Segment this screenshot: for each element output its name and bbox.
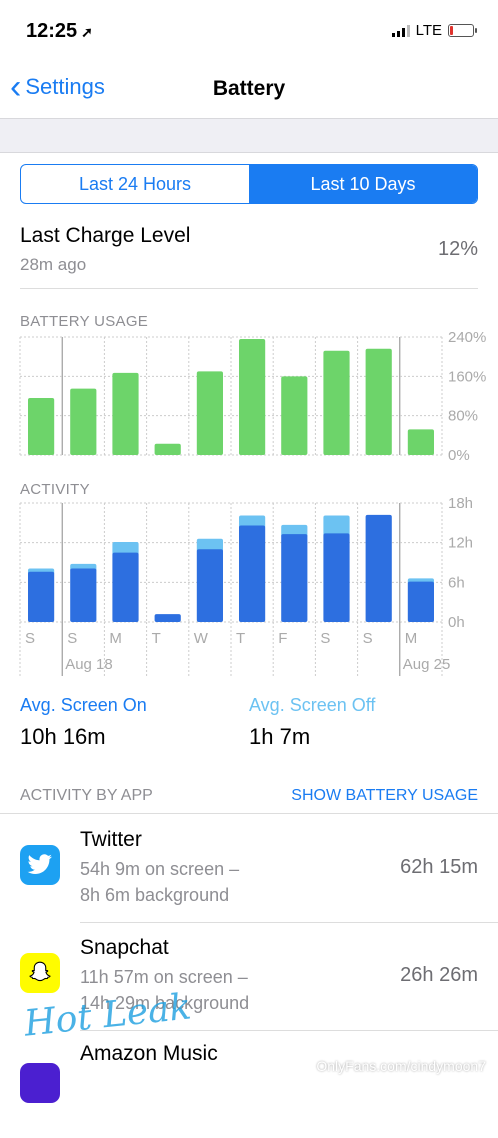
activity-date-label: Aug 18 bbox=[65, 656, 113, 673]
snapchat-ghost-icon bbox=[20, 953, 60, 993]
activity-x-label: M bbox=[405, 630, 418, 647]
battery-chart-y-tick: 160% bbox=[448, 368, 486, 385]
activity-screen-on-bar bbox=[281, 534, 308, 622]
battery-usage-bar bbox=[281, 376, 308, 455]
avg-screen-on: Avg. Screen On 10h 16m bbox=[20, 695, 147, 750]
avg-screen-off-value: 1h 7m bbox=[249, 724, 311, 749]
avg-screen-on-value: 10h 16m bbox=[20, 724, 106, 749]
battery-usage-bar bbox=[154, 443, 181, 455]
app-detail-line2: 8h 6m background bbox=[80, 885, 230, 905]
activity-x-label: F bbox=[278, 630, 287, 647]
app-name: Snapchat bbox=[80, 936, 169, 959]
activity-x-label: T bbox=[236, 630, 245, 647]
avg-screen-off-label: Avg. Screen Off bbox=[249, 695, 376, 715]
app-name: Twitter bbox=[80, 828, 142, 851]
app-total: 62h 15m bbox=[400, 856, 478, 878]
app-detail-line1: 54h 9m on screen – bbox=[80, 859, 240, 879]
battery-usage-bar bbox=[239, 338, 266, 455]
activity-by-app-header: ACTIVITY BY APP SHOW BATTERY USAGE bbox=[20, 787, 478, 805]
activity-x-label: M bbox=[109, 630, 122, 647]
show-battery-usage-link[interactable]: SHOW BATTERY USAGE bbox=[291, 787, 478, 805]
app-total: 26h 26m bbox=[400, 964, 478, 986]
avg-screen-off: Avg. Screen Off 1h 7m bbox=[249, 695, 375, 750]
activity-screen-on-bar bbox=[28, 571, 55, 622]
usage-charts: 240% 160% 80% 0% 18h 12h 6h 0h S S M T W T F S S M Aug 18 A… bbox=[19, 329, 486, 676]
avg-screen-on-label: Avg. Screen On bbox=[20, 695, 147, 715]
battery-usage-bar bbox=[70, 388, 97, 455]
app-name: Amazon Music bbox=[80, 1042, 218, 1065]
app-detail-line1: 11h 57m on screen – bbox=[80, 967, 248, 987]
activity-screen-on-bar bbox=[323, 533, 350, 622]
app-row-twitter[interactable]: Twitter 54h 9m on screen – 8h 6m backgro… bbox=[0, 814, 498, 922]
battery-usage-bar bbox=[365, 348, 392, 455]
amazon-music-icon bbox=[20, 1063, 60, 1103]
twitter-bird-icon bbox=[20, 845, 60, 885]
activity-screen-off-bar bbox=[323, 515, 350, 537]
activity-screen-on-bar bbox=[112, 552, 139, 622]
activity-chart-y-tick: 0h bbox=[448, 614, 465, 631]
battery-chart-y-tick: 80% bbox=[448, 408, 478, 425]
watermark-text: OnlyFans.com/cindymoon7 bbox=[316, 1058, 486, 1074]
activity-screen-on-bar bbox=[154, 614, 181, 622]
activity-chart-y-tick: 12h bbox=[448, 535, 473, 552]
activity-x-label: S bbox=[67, 630, 77, 647]
battery-usage-bar bbox=[323, 350, 350, 455]
activity-screen-on-bar bbox=[196, 549, 223, 622]
activity-x-label: S bbox=[25, 630, 35, 647]
battery-chart-y-tick: 0% bbox=[448, 447, 470, 464]
activity-x-label: T bbox=[152, 630, 161, 647]
battery-chart-y-tick: 240% bbox=[448, 329, 486, 346]
activity-screen-on-bar bbox=[239, 525, 266, 622]
app-row-amazon-music[interactable]: Amazon Music bbox=[0, 1030, 498, 1138]
battery-usage-bar bbox=[196, 371, 223, 455]
activity-chart-y-tick: 18h bbox=[448, 495, 473, 512]
activity-by-app-title: ACTIVITY BY APP bbox=[20, 787, 153, 804]
activity-screen-on-bar bbox=[70, 568, 97, 622]
battery-usage-bar bbox=[112, 372, 139, 455]
activity-date-label: Aug 25 bbox=[403, 656, 451, 673]
activity-screen-on-bar bbox=[365, 514, 392, 622]
activity-screen-on-bar bbox=[407, 581, 434, 622]
battery-usage-bar bbox=[28, 397, 55, 455]
activity-chart-y-tick: 6h bbox=[448, 574, 465, 591]
activity-x-label: S bbox=[363, 630, 373, 647]
activity-x-label: W bbox=[194, 630, 209, 647]
activity-x-label: S bbox=[320, 630, 330, 647]
battery-usage-bar bbox=[407, 429, 434, 455]
